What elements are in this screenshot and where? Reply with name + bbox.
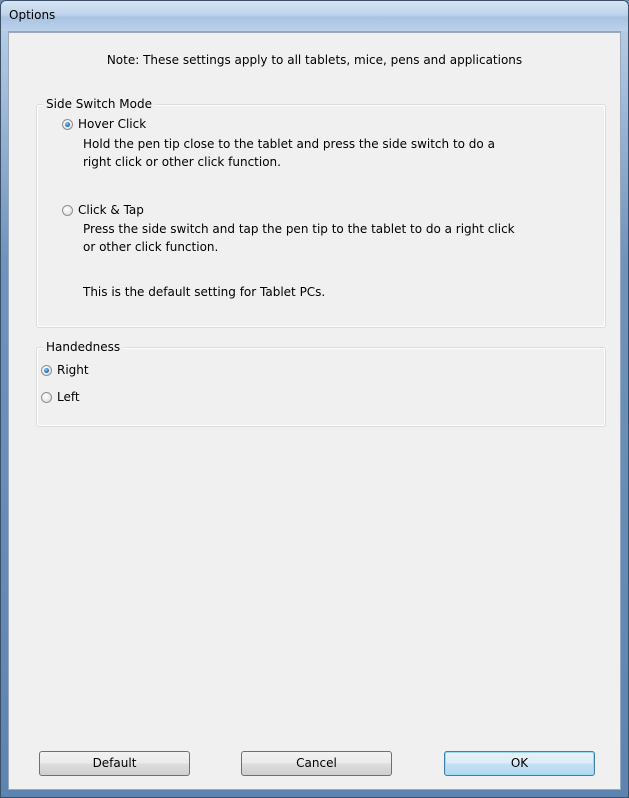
hover-click-description-line-2: right click or other click function. [83,155,281,169]
handedness-group: Handedness [36,340,606,427]
side-switch-mode-label: Side Switch Mode [43,97,155,111]
radio-hover-click[interactable]: Hover Click [62,117,146,131]
tablet-pc-default-note: This is the default setting for Tablet P… [83,285,326,299]
radio-label-click-and-tap: Click & Tap [78,203,144,217]
radio-label-left: Left [57,390,80,404]
radio-right[interactable]: Right [41,363,89,377]
radio-label-hover-click: Hover Click [78,117,147,131]
ok-button[interactable]: OK [444,751,595,776]
hover-click-description: Hold the pen tip close to the tablet and… [83,135,495,171]
radio-click-and-tap[interactable]: Click & Tap [62,203,144,217]
cancel-button[interactable]: Cancel [241,751,392,776]
settings-note: Note: These settings apply to all tablet… [106,53,523,67]
handedness-label: Handedness [43,340,124,354]
radio-left[interactable]: Left [41,390,80,404]
window-title: Options [9,8,56,22]
window-frame-right [621,31,628,797]
radio-button-hover-click[interactable] [62,118,73,130]
radio-label-right: Right [57,363,89,377]
options-dialog: Options Note: These settings apply to al… [0,0,629,798]
dialog-client-area: Note: These settings apply to all tablet… [8,32,621,790]
click-and-tap-description-line-2: or other click function. [83,240,219,254]
radio-button-right[interactable] [41,364,52,376]
click-and-tap-description-line-1: Press the side switch and tap the pen ti… [83,222,515,236]
default-button[interactable]: Default [39,751,190,776]
radio-button-left[interactable] [41,391,52,403]
title-bar[interactable]: Options [1,1,628,32]
click-and-tap-description: Press the side switch and tap the pen ti… [83,220,515,256]
window-frame-left [1,31,8,797]
window-frame-bottom [1,790,628,797]
hover-click-description-line-1: Hold the pen tip close to the tablet and… [83,137,495,151]
radio-button-click-and-tap[interactable] [62,204,73,216]
